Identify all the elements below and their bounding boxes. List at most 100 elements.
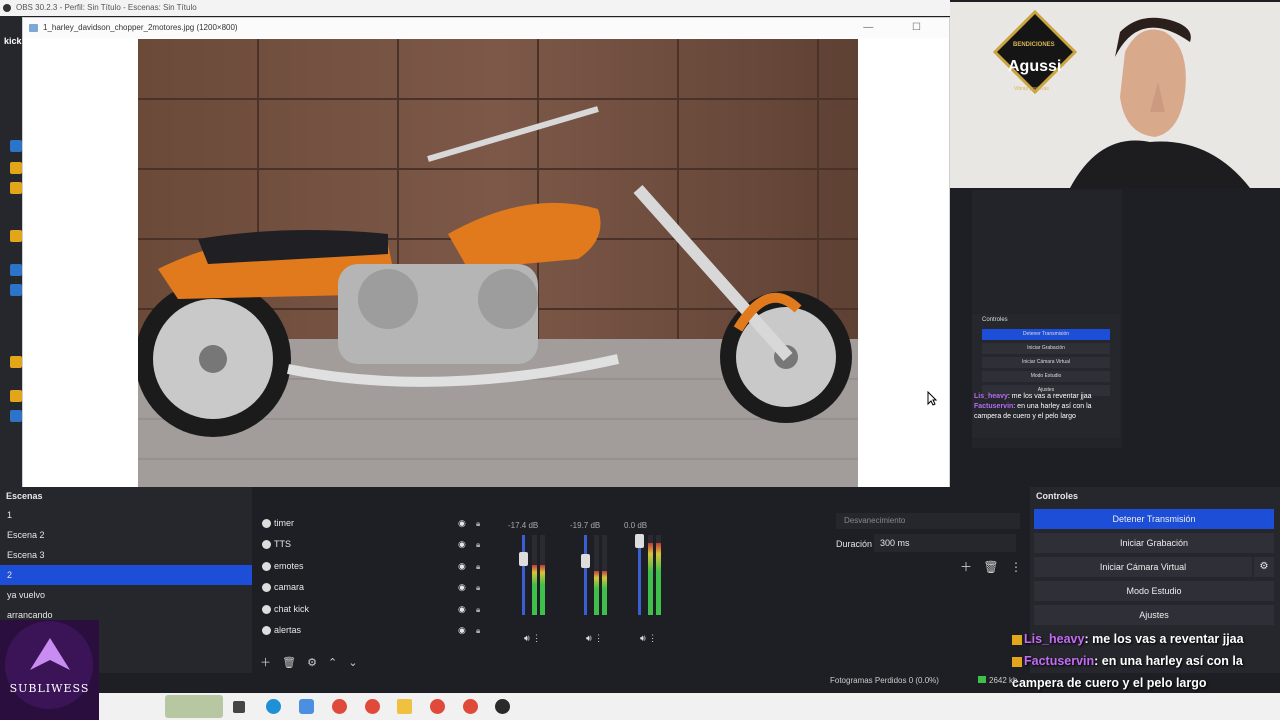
task-view-icon[interactable] bbox=[233, 701, 245, 713]
volume-slider[interactable] bbox=[519, 535, 528, 615]
remove-source-icon[interactable]: 🗑︎ bbox=[282, 657, 296, 669]
add-transition-icon[interactable]: ＋ bbox=[960, 560, 972, 574]
sources-panel: timer ◉ 🔒︎ TTS ◉ 🔒︎ emotes ◉ 🔒︎ camara ◉ 🔒︎ chat… bbox=[256, 513, 496, 673]
add-source-icon[interactable]: ＋ bbox=[260, 657, 271, 669]
volume-knob[interactable] bbox=[519, 552, 528, 566]
visibility-eye-icon[interactable]: ◉ bbox=[458, 513, 466, 534]
level-fill bbox=[648, 543, 653, 615]
image-viewer-window[interactable]: 1_harley_davidson_chopper_2motores.jpg (… bbox=[22, 17, 950, 520]
level-fill bbox=[656, 543, 661, 615]
lock-icon[interactable]: 🔒︎ bbox=[476, 534, 480, 555]
chrome-icon[interactable] bbox=[332, 699, 347, 714]
source-item[interactable]: timer ◉ 🔒︎ bbox=[256, 513, 496, 534]
volume-knob[interactable] bbox=[635, 534, 644, 549]
channel-controls-icon[interactable]: 🔊︎ ⋮ bbox=[586, 633, 603, 644]
source-settings-icon[interactable]: ⚙ bbox=[307, 657, 317, 669]
start-recording-button[interactable]: Iniciar Grabación bbox=[1034, 533, 1274, 553]
source-item[interactable]: chat kick ◉ 🔒︎ bbox=[256, 599, 496, 620]
chrome-icon[interactable] bbox=[430, 699, 445, 714]
chrome-icon[interactable] bbox=[463, 699, 478, 714]
level-meter bbox=[648, 535, 653, 615]
volume-slider[interactable] bbox=[635, 534, 644, 615]
source-item[interactable]: camara ◉ 🔒︎ bbox=[256, 577, 496, 598]
app-icon[interactable] bbox=[10, 410, 22, 422]
mini-chat-message: Lis_heavy: me los vas a reventar jjaa bbox=[974, 393, 1092, 400]
visibility-eye-icon[interactable]: ◉ bbox=[458, 599, 466, 620]
viewer-title-bar[interactable]: 1_harley_davidson_chopper_2motores.jpg (… bbox=[23, 18, 949, 38]
settings-button[interactable]: Ajustes bbox=[1034, 605, 1274, 625]
volume-slider[interactable] bbox=[581, 535, 590, 615]
window-controls[interactable]: — ☐ bbox=[863, 18, 939, 38]
sign-header-text: BENDICIONES bbox=[1013, 42, 1055, 48]
scene-item[interactable]: Escena 2 bbox=[0, 525, 252, 545]
scene-item-active[interactable]: 2 bbox=[0, 565, 252, 585]
chrome-icon[interactable] bbox=[365, 699, 380, 714]
more-options-icon[interactable]: ⋮ bbox=[1010, 560, 1022, 574]
stop-stream-button[interactable]: Detener Transmisión bbox=[1034, 509, 1274, 529]
transitions-panel: Desvanecimiento Duración 300 ms ＋ 🗑︎ ⋮ bbox=[830, 503, 1026, 673]
app-icon[interactable] bbox=[10, 390, 22, 402]
channel-logo: SUBLIWESS bbox=[0, 620, 99, 720]
sign-name-text: Agussi bbox=[1008, 58, 1062, 75]
lock-icon[interactable]: 🔒︎ bbox=[476, 599, 480, 620]
source-type-icon bbox=[262, 625, 271, 635]
scene-item[interactable]: Escena 3 bbox=[0, 545, 252, 565]
taskbar-thumbnail[interactable] bbox=[165, 695, 223, 718]
lock-icon[interactable]: 🔒︎ bbox=[476, 577, 480, 598]
app-icon[interactable] bbox=[10, 230, 22, 242]
app-icon[interactable] bbox=[10, 182, 22, 194]
move-down-icon[interactable]: ⌄ bbox=[348, 657, 357, 669]
studio-mode-button[interactable]: Modo Estudio bbox=[1034, 581, 1274, 601]
source-item[interactable]: emotes ◉ 🔒︎ bbox=[256, 556, 496, 577]
mixer-channel: -19.7 dB 🔊︎ ⋮ bbox=[564, 517, 624, 647]
source-item[interactable]: alertas ◉ 🔒︎ bbox=[256, 620, 496, 641]
image-file-icon bbox=[29, 24, 38, 32]
level-fill bbox=[540, 565, 545, 615]
channel-db: -17.4 dB bbox=[508, 521, 539, 530]
sign-footer-text: Vibras positivas bbox=[1014, 86, 1049, 92]
app-icon[interactable] bbox=[10, 140, 22, 152]
source-item[interactable]: TTS ◉ 🔒︎ bbox=[256, 534, 496, 555]
virtual-camera-settings-icon[interactable]: ⚙ bbox=[1254, 557, 1274, 577]
channel-controls-icon[interactable]: 🔊︎ ⋮ bbox=[524, 633, 541, 644]
status-bar: Fotogramas Perdidos 0 (0.0%) 2642 kb bbox=[830, 676, 1030, 685]
mouse-cursor-icon bbox=[927, 391, 937, 406]
visibility-eye-icon[interactable]: ◉ bbox=[458, 556, 466, 577]
viewer-title: 1_harley_davidson_chopper_2motores.jpg (… bbox=[43, 23, 238, 32]
remove-transition-icon[interactable]: 🗑︎ bbox=[983, 560, 998, 574]
source-type-icon bbox=[262, 540, 271, 550]
scene-item[interactable]: ya vuelvo bbox=[0, 585, 252, 605]
duration-input[interactable]: 300 ms bbox=[874, 534, 1016, 552]
chat-message: Lis_heavy: me los vas a reventar jjaa bbox=[1012, 628, 1280, 650]
app-icon[interactable] bbox=[10, 284, 22, 296]
lock-icon[interactable]: 🔒︎ bbox=[476, 513, 480, 534]
channel-controls-icon[interactable]: 🔊︎ ⋮ bbox=[640, 633, 657, 644]
move-up-icon[interactable]: ⌃ bbox=[328, 657, 337, 669]
channel-db: 0.0 dB bbox=[624, 521, 648, 530]
transition-select[interactable]: Desvanecimiento bbox=[836, 513, 1020, 529]
level-fill bbox=[594, 571, 599, 615]
level-meter bbox=[656, 535, 661, 615]
scene-item[interactable]: 1 bbox=[0, 505, 252, 525]
level-fill bbox=[602, 571, 607, 615]
lock-icon[interactable]: 🔒︎ bbox=[476, 620, 480, 641]
mixer-channel: 0.0 dB 🔊︎ ⋮ bbox=[618, 517, 678, 647]
app-icon[interactable] bbox=[10, 264, 22, 276]
mini-start-recording-button: Iniciar Grabación bbox=[982, 343, 1110, 354]
app-icon[interactable] bbox=[10, 356, 22, 368]
lock-icon[interactable]: 🔒︎ bbox=[476, 556, 480, 577]
visibility-eye-icon[interactable]: ◉ bbox=[458, 534, 466, 555]
start-virtual-camera-button[interactable]: Iniciar Cámara Virtual bbox=[1034, 557, 1252, 577]
edge-icon[interactable] bbox=[266, 699, 281, 714]
app-icon[interactable] bbox=[299, 699, 314, 714]
source-type-icon bbox=[262, 519, 271, 528]
level-meter bbox=[594, 535, 599, 615]
audio-mixer: -17.4 dB 🔊︎ ⋮ -19.7 dB 🔊︎ ⋮ 0.0 dB 🔊︎ ⋮ bbox=[502, 517, 827, 673]
logo-text: SUBLIWESS bbox=[9, 682, 90, 695]
volume-knob[interactable] bbox=[581, 553, 590, 568]
visibility-eye-icon[interactable]: ◉ bbox=[458, 577, 466, 598]
app-icon[interactable] bbox=[10, 162, 22, 174]
folder-icon[interactable] bbox=[397, 699, 412, 714]
visibility-eye-icon[interactable]: ◉ bbox=[458, 620, 466, 641]
obs-icon[interactable] bbox=[495, 699, 510, 714]
